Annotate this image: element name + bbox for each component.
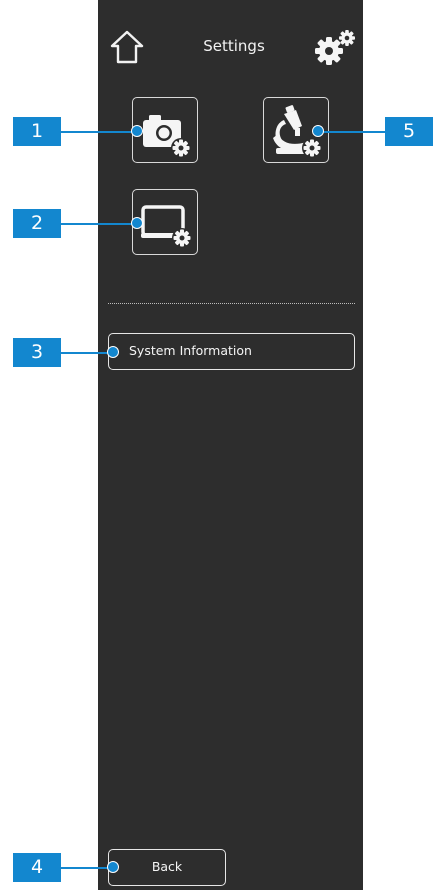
callout-4: 4 bbox=[13, 853, 61, 882]
callout-3: 3 bbox=[13, 338, 61, 367]
divider bbox=[108, 303, 355, 304]
callout-2-dot bbox=[131, 217, 143, 229]
callout-3-dot bbox=[107, 346, 119, 358]
callout-4-dot bbox=[107, 861, 119, 873]
back-button[interactable]: Back bbox=[108, 849, 226, 886]
callout-5: 5 bbox=[385, 117, 433, 146]
callout-1-leader bbox=[61, 131, 137, 133]
callout-2: 2 bbox=[13, 209, 61, 238]
callout-4-leader bbox=[61, 867, 113, 869]
system-information-button[interactable]: System Information bbox=[108, 333, 355, 370]
gears-icon[interactable] bbox=[314, 28, 356, 66]
home-icon[interactable] bbox=[108, 28, 146, 66]
callout-5-leader bbox=[318, 131, 385, 133]
callout-1: 1 bbox=[13, 117, 61, 146]
callout-2-leader bbox=[61, 223, 137, 225]
callout-5-dot bbox=[312, 125, 324, 137]
page-title: Settings bbox=[203, 37, 265, 55]
callout-1-dot bbox=[131, 125, 143, 137]
callout-3-leader bbox=[61, 352, 113, 354]
